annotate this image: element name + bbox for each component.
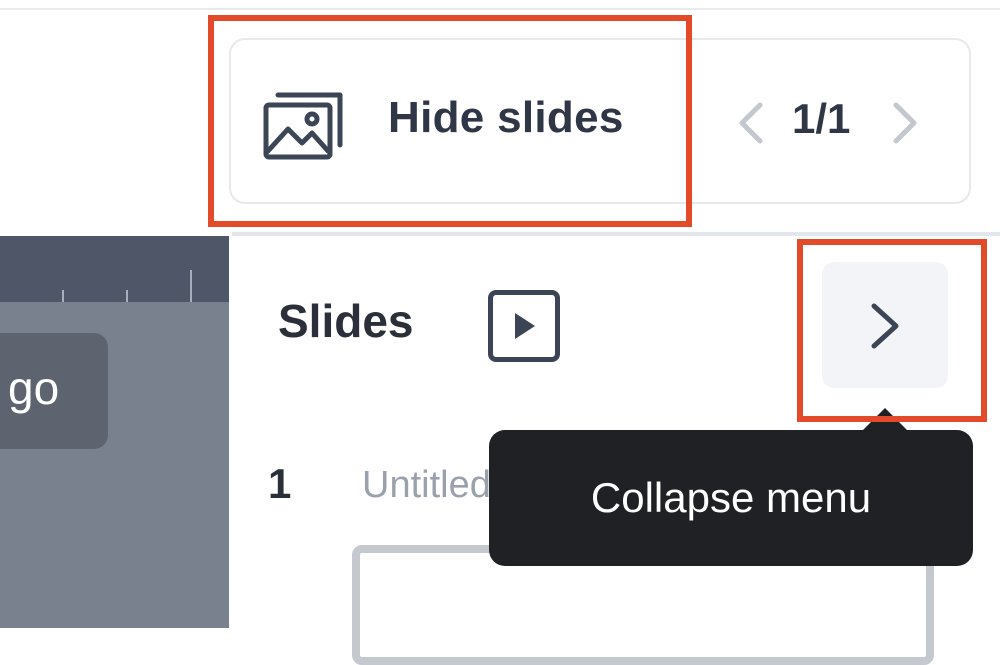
images-icon: [263, 92, 343, 160]
hide-slides-button[interactable]: Hide slides: [232, 41, 684, 201]
slide-name[interactable]: Untitled: [362, 464, 492, 507]
tooltip-text: Collapse menu: [590, 474, 872, 521]
ruler-tick: [62, 290, 64, 302]
slide-pager: 1/1: [730, 95, 930, 151]
slides-panel-title: Slides: [278, 295, 414, 347]
chevron-right-icon[interactable]: [888, 101, 922, 145]
canvas-chip-text: go: [8, 362, 60, 414]
play-slideshow-button[interactable]: [488, 290, 560, 362]
chevron-right-icon: [871, 303, 899, 349]
top-divider: [0, 8, 1000, 10]
page-indicator: 1/1: [792, 95, 851, 142]
hide-slides-label: Hide slides: [388, 93, 624, 142]
collapse-menu-button[interactable]: [822, 262, 948, 388]
ruler-tick: [190, 270, 192, 302]
tooltip: Collapse menu: [489, 408, 973, 566]
ruler: [0, 236, 229, 302]
chevron-left-icon[interactable]: [734, 101, 768, 145]
slide-number: 1: [268, 460, 292, 507]
tooltip-arrow: [863, 408, 907, 430]
ruler-tick: [126, 290, 128, 302]
play-icon: [515, 313, 535, 339]
canvas-text-chip[interactable]: go: [0, 333, 108, 449]
